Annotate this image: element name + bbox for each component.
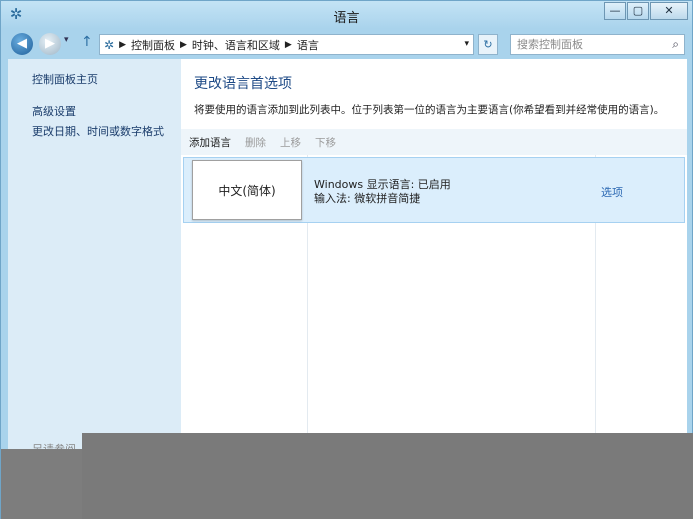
page-description: 将要使用的语言添加到此列表中。位于列表第一位的语言为主要语言(你希望看到并经常使… <box>194 104 665 116</box>
gray-overlay-band <box>82 433 693 519</box>
address-bar[interactable]: ✲ ▶ 控制面板 ▶ 时钟、语言和区域 ▶ 语言 ▾ <box>99 34 474 55</box>
language-options-link[interactable]: 选项 <box>601 184 623 200</box>
move-up-button[interactable]: 上移 <box>280 135 301 150</box>
language-toolbar: 添加语言 删除 上移 下移 <box>181 129 687 155</box>
breadcrumb-control-panel[interactable]: 控制面板 <box>131 37 175 53</box>
add-language-button[interactable]: 添加语言 <box>189 135 231 150</box>
breadcrumb-clock-language-region[interactable]: 时钟、语言和区域 <box>192 37 280 53</box>
delete-language-button[interactable]: 删除 <box>245 135 266 150</box>
input-method-label: 输入法: 微软拼音简捷 <box>314 192 421 205</box>
up-arrow-icon[interactable]: ↑ <box>81 34 93 50</box>
breadcrumb-separator-icon[interactable]: ▶ <box>180 40 187 50</box>
sidebar-link-control-panel-home[interactable]: 控制面板主页 <box>32 71 98 87</box>
search-icon[interactable]: ⌕ <box>672 37 679 52</box>
page-title: 更改语言首选项 <box>194 76 292 92</box>
control-panel-window: ✲ 语言 — ▢ ✕ ◀ ▶ ▾ ↑ ✲ ▶ 控制面板 ▶ 时钟、语言和区域 ▶… <box>0 0 693 519</box>
display-language-status: Windows 显示语言: 已启用 <box>314 178 451 191</box>
language-info: Windows 显示语言: 已启用 输入法: 微软拼音简捷 <box>314 178 451 206</box>
move-down-button[interactable]: 下移 <box>315 135 336 150</box>
maximize-button[interactable]: ▢ <box>627 2 649 20</box>
close-button[interactable]: ✕ <box>650 2 688 20</box>
sidebar-link-advanced-settings[interactable]: 高级设置 <box>32 103 76 119</box>
gray-overlay-band <box>1 449 82 519</box>
breadcrumb-separator-icon[interactable]: ▶ <box>285 40 292 50</box>
sidebar-link-change-date-time-format[interactable]: 更改日期、时间或数字格式 <box>32 123 164 139</box>
window-title: 语言 <box>333 11 360 26</box>
minimize-button[interactable]: — <box>604 2 626 20</box>
refresh-icon[interactable]: ↻ <box>478 34 498 55</box>
forward-arrow-icon[interactable]: ▶ <box>39 33 61 55</box>
search-input[interactable] <box>511 35 661 54</box>
control-panel-icon: ✲ <box>104 37 115 52</box>
back-arrow-icon[interactable]: ◀ <box>11 33 33 55</box>
breadcrumb-language[interactable]: 语言 <box>297 37 319 53</box>
recent-pages-dropdown-icon[interactable]: ▾ <box>64 35 69 45</box>
language-tile[interactable]: 中文(简体) <box>192 160 302 220</box>
search-box[interactable]: ⌕ <box>510 34 685 55</box>
navigation-bar: ◀ ▶ ▾ ↑ ✲ ▶ 控制面板 ▶ 时钟、语言和区域 ▶ 语言 ▾ ↻ ⌕ <box>1 29 692 59</box>
title-bar: ✲ 语言 — ▢ ✕ <box>1 1 692 29</box>
address-dropdown-icon[interactable]: ▾ <box>464 39 469 49</box>
language-row[interactable]: 中文(简体) Windows 显示语言: 已启用 输入法: 微软拼音简捷 选项 <box>183 157 685 223</box>
breadcrumb-separator-icon[interactable]: ▶ <box>119 40 126 50</box>
